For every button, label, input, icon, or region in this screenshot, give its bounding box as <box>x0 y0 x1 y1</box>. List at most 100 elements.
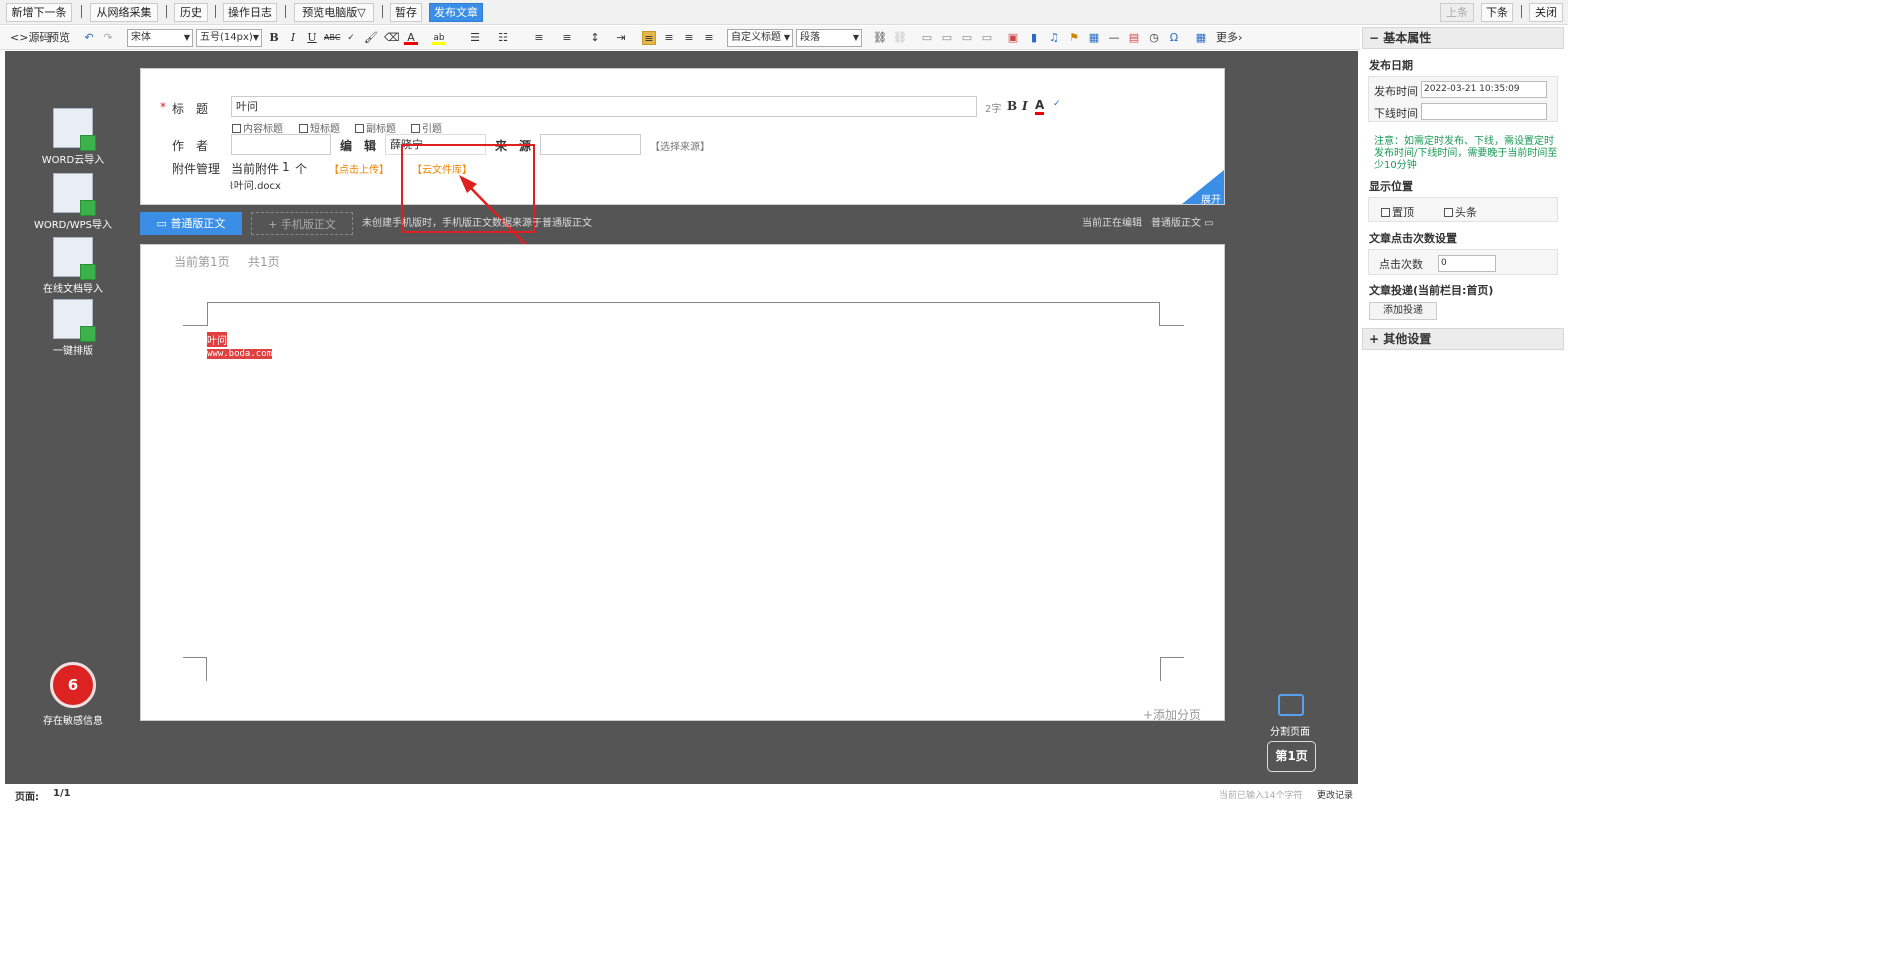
split-page-label[interactable]: 分割页面 <box>1270 723 1310 738</box>
custom-heading-select[interactable]: 自定义标题 ▼ <box>727 29 793 47</box>
paragraph-select[interactable]: 段落 ▼ <box>796 29 862 47</box>
crop-mark <box>183 657 207 681</box>
attachment-file[interactable]: ⌇叶问.docx <box>229 177 281 192</box>
source-input[interactable] <box>540 134 641 155</box>
tab-mobile-content[interactable]: + 手机版正文 <box>251 212 353 235</box>
align-center-icon[interactable]: ≡ <box>662 31 676 45</box>
editor-canvas[interactable]: 当前第1页 共1页 叶问 www.boda.com +添加分页 <box>140 244 1225 723</box>
unlink-icon[interactable]: ⛓ <box>893 31 907 45</box>
clear-format-icon[interactable]: ⌫ <box>384 31 400 45</box>
image-right-icon[interactable]: ▭ <box>940 31 954 45</box>
align-justify-icon[interactable]: ≡ <box>702 31 716 45</box>
history-button[interactable]: 历史 <box>174 3 208 22</box>
format-painter-icon[interactable]: 🖌 <box>364 31 378 45</box>
indent-icon[interactable]: ⇥ <box>614 31 628 45</box>
image-center-icon[interactable]: ▭ <box>960 31 974 45</box>
title-color-icon[interactable]: A <box>1035 98 1045 115</box>
horizontal-rule-icon[interactable]: — <box>1107 31 1121 45</box>
redo-icon[interactable]: ↷ <box>101 31 115 45</box>
content-line-1[interactable]: 叶问 <box>207 332 227 347</box>
date-icon[interactable]: ▤ <box>1127 31 1141 45</box>
new-next-button[interactable]: 新增下一条 <box>6 3 72 22</box>
one-click-layout-button[interactable]: 一键排版 <box>33 299 113 357</box>
gallery-icon[interactable]: ▦ <box>1087 31 1101 45</box>
time-icon[interactable]: ◷ <box>1147 31 1161 45</box>
online-doc-import-button[interactable]: 在线文档导入 <box>33 237 113 295</box>
preview-toolbar-button[interactable]: 预览 <box>48 30 70 46</box>
author-input[interactable] <box>231 134 331 155</box>
source-button[interactable]: <>源码 <box>10 30 50 46</box>
music-icon[interactable]: ♫ <box>1047 31 1061 45</box>
align-left-icon[interactable]: ≡ <box>642 31 656 45</box>
select-source-link[interactable]: 【选择来源】 <box>650 138 710 153</box>
close-button[interactable]: 关闭 <box>1529 3 1563 22</box>
word-wps-import-icon <box>53 173 96 216</box>
word-wps-import-button[interactable]: WORD/WPS导入 <box>33 173 113 231</box>
publish-time-input[interactable]: 2022-03-21 10:35:09 <box>1421 81 1547 98</box>
mobile-note: 未创建手机版时，手机版正文数据来源于普通版正文 <box>362 218 592 229</box>
editing-label: 当前正在编辑 <box>1082 218 1142 229</box>
strikethrough-icon[interactable]: ABC <box>324 31 340 45</box>
editing-mode: 普通版正文 ▭ <box>1151 218 1214 229</box>
expand-label[interactable]: 展开 <box>1201 191 1221 206</box>
italic-icon[interactable]: I <box>286 31 300 45</box>
highlight-color-icon[interactable]: ab <box>432 31 446 45</box>
underline-icon[interactable]: U <box>305 31 319 45</box>
content-title-checkbox[interactable]: 内容标题 <box>232 120 283 135</box>
other-settings-header[interactable]: + 其他设置 <box>1362 328 1564 350</box>
short-title-checkbox[interactable]: 短标题 <box>299 120 340 135</box>
unordered-list-icon[interactable]: ☷ <box>496 31 510 45</box>
font-family-select[interactable]: 宋体 ▼ <box>127 29 193 47</box>
video-icon[interactable]: ▮ <box>1027 31 1041 45</box>
image-none-icon[interactable]: ▭ <box>980 31 994 45</box>
content-line-2[interactable]: www.boda.com <box>207 349 273 359</box>
line-height-icon[interactable]: ↕ <box>588 31 602 45</box>
preview-pc-button[interactable]: 预览电脑版▽ <box>294 3 374 22</box>
font-size-select[interactable]: 五号(14px) ▼ <box>196 29 262 47</box>
offline-time-input[interactable] <box>1421 103 1547 120</box>
title-format-icon[interactable]: ✓ <box>1053 99 1061 109</box>
next-article-button[interactable]: 下条 <box>1481 3 1513 22</box>
paragraph-spacing-after-icon[interactable]: ≡ <box>560 31 574 45</box>
title-input[interactable]: 叶问 <box>231 96 977 117</box>
paragraph-spacing-before-icon[interactable]: ≡ <box>532 31 546 45</box>
change-log-link[interactable]: 更改记录 <box>1317 788 1353 801</box>
sensitive-info-button[interactable]: 6 存在敏感信息 <box>33 662 113 727</box>
lead-title-checkbox[interactable]: 引题 <box>411 120 442 135</box>
word-cloud-import-button[interactable]: WORD云导入 <box>33 108 113 166</box>
top-checkbox[interactable]: 置顶 <box>1381 204 1414 220</box>
web-collect-button[interactable]: 从网络采集 <box>90 3 158 22</box>
special-char-icon[interactable]: Ω <box>1167 31 1181 45</box>
font-color-icon[interactable]: A <box>404 31 418 45</box>
add-page-link[interactable]: +添加分页 <box>1143 706 1201 723</box>
upload-link[interactable]: 【点击上传】 <box>329 161 389 176</box>
editor-label: 编 辑 <box>340 139 377 153</box>
save-draft-button[interactable]: 暂存 <box>390 3 422 22</box>
image-left-icon[interactable]: ▭ <box>920 31 934 45</box>
bold-icon[interactable]: B <box>267 31 281 45</box>
basic-properties-header[interactable]: − 基本属性 <box>1362 27 1564 49</box>
split-page-icon[interactable] <box>1278 694 1304 716</box>
title-italic-icon[interactable]: I <box>1022 99 1028 113</box>
undo-icon[interactable]: ↶ <box>82 31 96 45</box>
map-icon[interactable]: ⚑ <box>1067 31 1081 45</box>
title-bold-icon[interactable]: B <box>1007 99 1017 113</box>
clicks-input[interactable]: 0 <box>1438 255 1496 272</box>
spellcheck-icon[interactable]: ✓ <box>344 31 358 45</box>
link-icon[interactable]: ⛓ <box>873 31 887 45</box>
subtitle-checkbox[interactable]: 副标题 <box>355 120 396 135</box>
publish-button[interactable]: 发布文章 <box>429 3 483 22</box>
image-icon[interactable]: ▣ <box>1006 31 1020 45</box>
publish-date-label: 发布日期 <box>1369 59 1413 72</box>
separator <box>382 5 383 18</box>
table-icon[interactable]: ▦ <box>1194 31 1208 45</box>
prev-article-button[interactable]: 上条 <box>1440 3 1474 22</box>
page-number-button[interactable]: 第1页 <box>1267 741 1316 772</box>
tab-pc-content[interactable]: ▭ 普通版正文 <box>140 212 242 235</box>
more-button[interactable]: 更多› <box>1216 30 1242 46</box>
headline-checkbox[interactable]: 头条 <box>1444 204 1477 220</box>
add-deliver-button[interactable]: 添加投递 <box>1369 302 1437 320</box>
align-right-icon[interactable]: ≡ <box>682 31 696 45</box>
ordered-list-icon[interactable]: ☰ <box>468 31 482 45</box>
op-log-button[interactable]: 操作日志 <box>223 3 277 22</box>
